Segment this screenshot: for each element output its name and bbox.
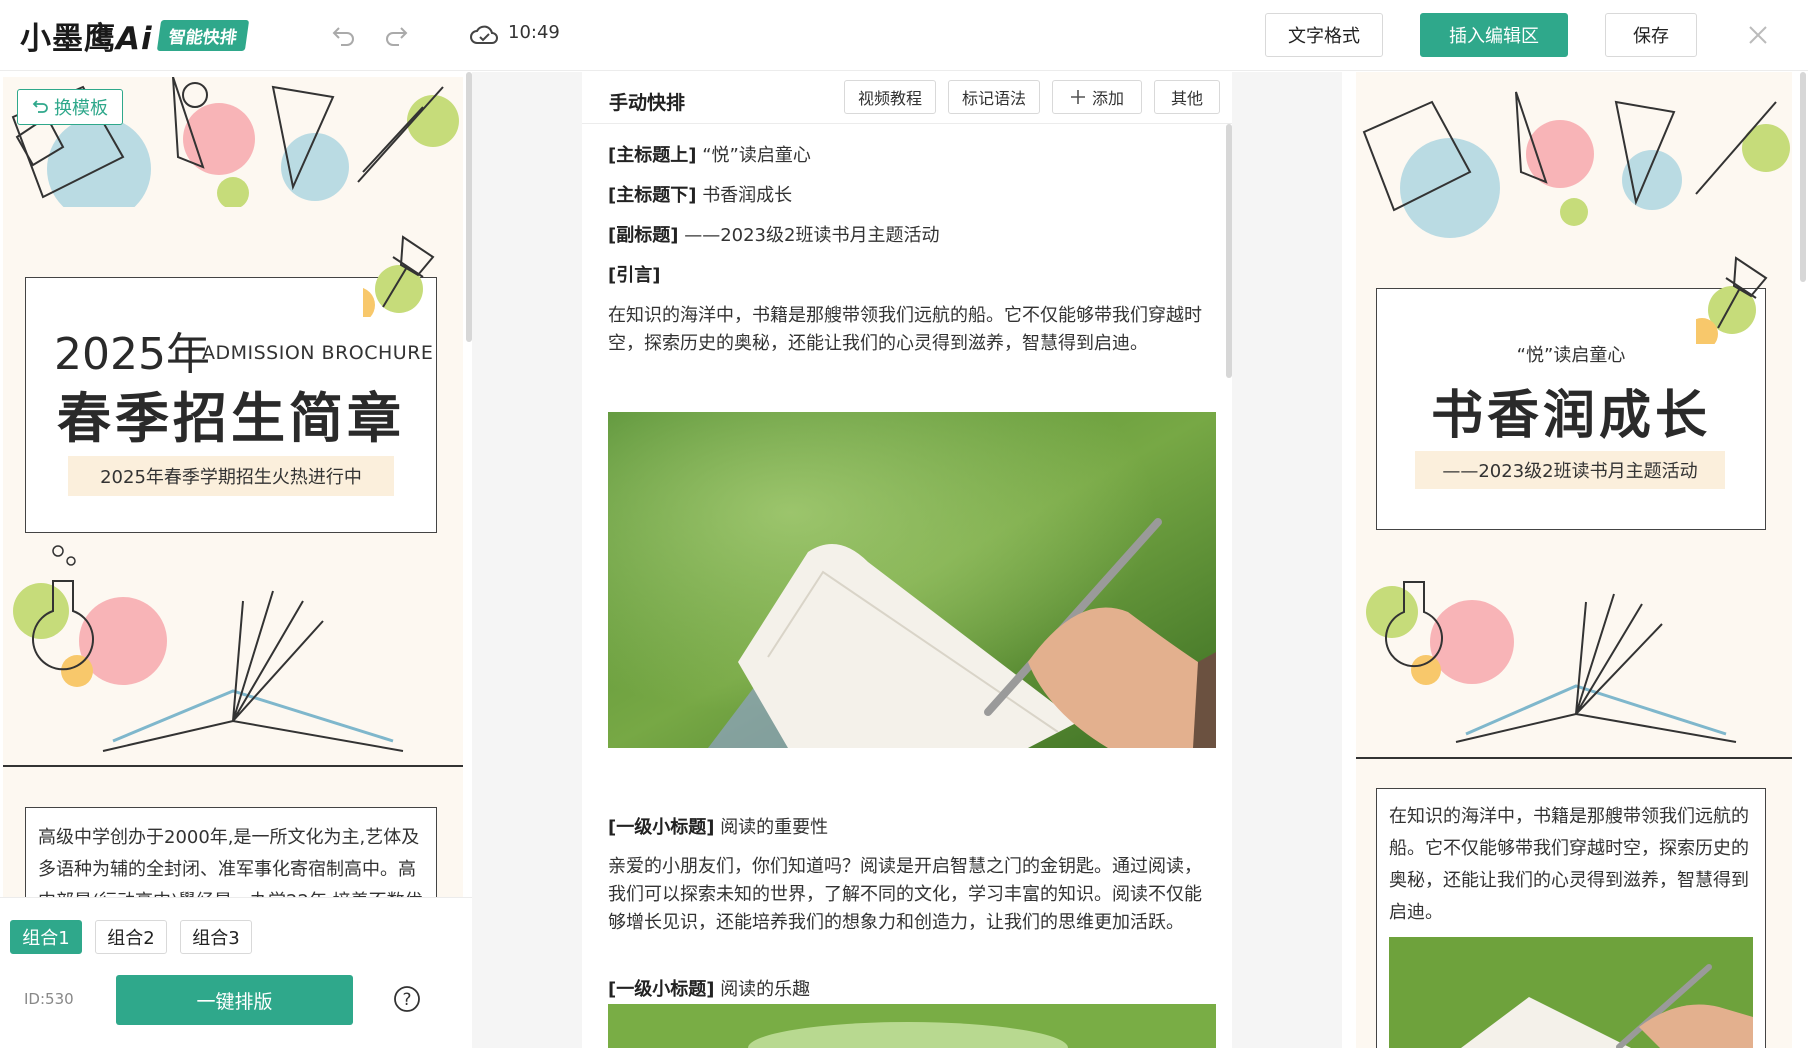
logo-ai: Ai — [116, 20, 153, 57]
heading-1-paragraph: 亲爱的小朋友们，你们知道吗？阅读是开启智慧之门的金钥匙。通过阅读，我们可以探索未… — [608, 856, 1202, 933]
intro-paragraph: 在知识的海洋中，书籍是那艘带领我们远航的船。它不仅能够带我们穿越时空，探索历史的… — [608, 305, 1202, 354]
tag-intro: [引言] — [608, 265, 661, 286]
left-gutter — [472, 72, 582, 1048]
tag-heading-2: [一级小标题] — [608, 979, 715, 1000]
other-button[interactable]: 其他 — [1154, 80, 1220, 114]
pin-icon — [363, 235, 435, 317]
video-tutorial-button[interactable]: 视频教程 — [844, 80, 936, 114]
result-subtitle: ——2023级2班读书月主题活动 — [1415, 451, 1725, 489]
right-gutter — [1232, 72, 1342, 1048]
save-button[interactable]: 保存 — [1605, 13, 1697, 57]
intro-tag-line: [引言] — [608, 262, 660, 290]
result-preview[interactable]: “悦”读启童心 书香润成长 ——2023级2班读书月主题活动 在知识的海洋中，书… — [1356, 72, 1792, 1048]
book-illustration — [1356, 581, 1792, 759]
one-key-layout-button[interactable]: 一键排版 — [116, 975, 353, 1025]
redo-icon[interactable] — [380, 19, 412, 51]
tag-heading-1: [一级小标题] — [608, 817, 715, 838]
main-title-top-text: “悦”读启童心 — [702, 145, 811, 166]
help-symbol: ? — [402, 990, 411, 1010]
stationery-illustration — [1362, 91, 1790, 238]
template-preview[interactable]: 2025年 ADMISSION BROCHURE 春季招生简章 2025年春季学… — [3, 77, 463, 969]
book-illustration — [3, 545, 463, 767]
heading-2-text: 阅读的乐趣 — [720, 979, 811, 1000]
top-bar: 小墨鹰Ai 智能快排 10:49 文字格式 插入编辑区 保存 — [0, 0, 1808, 71]
app-logo: 小墨鹰Ai 智能快排 — [20, 16, 249, 57]
combo-1-button[interactable]: 组合1 — [10, 920, 82, 954]
main-title-bottom-text: 书香润成长 — [702, 185, 793, 206]
writing-photo — [608, 412, 1216, 748]
main-title-top-line: [主标题上] “悦”读启童心 — [608, 142, 811, 170]
template-eng-title: ADMISSION BROCHURE — [202, 342, 434, 364]
result-photo — [1389, 937, 1753, 1048]
plus-icon — [1070, 90, 1085, 104]
swap-icon — [32, 100, 48, 113]
pin-icon — [1696, 256, 1768, 344]
add-button-label: 添加 — [1091, 89, 1124, 108]
template-subtitle: 2025年春季学期招生火热进行中 — [68, 456, 394, 496]
heading-2-line: [一级小标题] 阅读的乐趣 — [608, 976, 810, 1004]
help-icon[interactable]: ? — [393, 985, 421, 1013]
heading-1-text: 阅读的重要性 — [720, 817, 829, 838]
combo-3-button[interactable]: 组合3 — [180, 920, 252, 954]
swap-template-button[interactable]: 换模板 — [17, 89, 123, 125]
subtitle-text: ——2023级2班读书月主题活动 — [684, 225, 940, 246]
template-id: ID:530 — [24, 990, 74, 1008]
logo-badge: 智能快排 — [156, 19, 249, 51]
result-preview-panel: “悦”读启童心 书香润成长 ——2023级2班读书月主题活动 在知识的海洋中，书… — [1342, 72, 1808, 1048]
template-main-title: 春季招生简章 — [57, 387, 405, 450]
result-main-title: 书香润成长 — [1430, 386, 1711, 446]
result-body-box: 在知识的海洋中，书籍是那艘带领我们远航的船。它不仅能够带我们穿越时空，探索历史的… — [1376, 788, 1766, 1048]
save-time: 10:49 — [508, 22, 560, 43]
manual-editor-title: 手动快排 — [609, 92, 686, 114]
tag-subtitle: [副标题] — [608, 225, 679, 246]
logo-main: 小墨鹰 — [20, 20, 116, 57]
insert-edit-button[interactable]: 插入编辑区 — [1420, 13, 1568, 57]
close-icon[interactable] — [1742, 19, 1774, 51]
second-photo — [608, 1004, 1216, 1048]
preview-scrollbar[interactable] — [1800, 72, 1806, 282]
add-button[interactable]: 添加 — [1052, 80, 1142, 114]
subtitle-line: [副标题] ——2023级2班读书月主题活动 — [608, 222, 939, 250]
template-year: 2025年 — [54, 329, 210, 380]
combo-2-button[interactable]: 组合2 — [95, 920, 167, 954]
manual-editor-header: 手动快排 视频教程 标记语法 添加 其他 — [582, 72, 1232, 124]
text-format-button[interactable]: 文字格式 — [1265, 13, 1383, 57]
main-title-bottom-line: [主标题下] 书香润成长 — [608, 182, 792, 210]
result-small-title: “悦”读启童心 — [1516, 345, 1626, 366]
undo-icon[interactable] — [328, 19, 360, 51]
tag-main-top: [主标题上] — [608, 145, 697, 166]
manual-editor-content[interactable]: [主标题上] “悦”读启童心 [主标题下] 书香润成长 [副标题] ——2023… — [582, 124, 1232, 1048]
tag-main-bottom: [主标题下] — [608, 185, 697, 206]
markup-syntax-button[interactable]: 标记语法 — [948, 80, 1040, 114]
cloud-icon — [468, 19, 500, 51]
result-body-text: 在知识的海洋中，书籍是那艘带领我们远航的船。它不仅能够带我们穿越时空，探索历史的… — [1389, 806, 1749, 923]
swap-template-label: 换模板 — [54, 98, 108, 119]
heading-1-line: [一级小标题] 阅读的重要性 — [608, 814, 828, 842]
